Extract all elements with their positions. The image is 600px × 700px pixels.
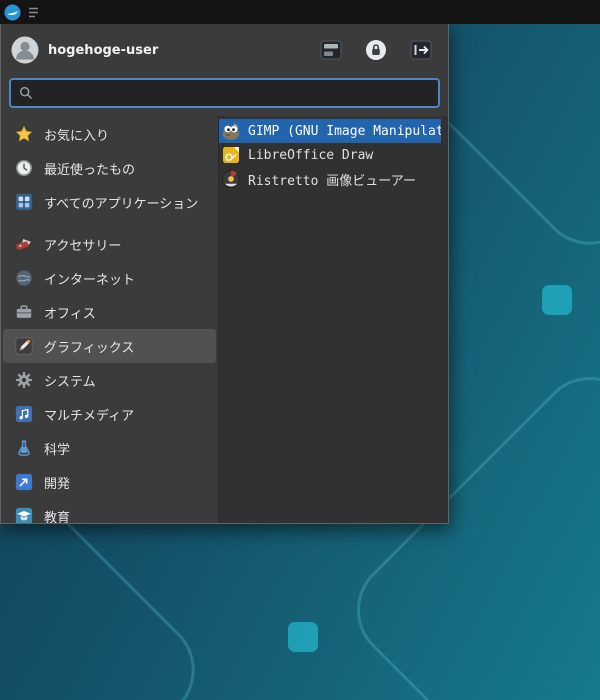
app-item-gimp[interactable]: GIMP (GNU Image Manipulat… xyxy=(219,119,441,143)
internet-icon xyxy=(15,269,33,287)
sidebar-item-all-applications[interactable]: すべてのアプリケーション xyxy=(3,185,216,219)
system-icon xyxy=(15,371,33,389)
sidebar-item-label: 開発 xyxy=(44,473,70,492)
notes-lines-icon xyxy=(28,6,39,19)
sidebar-item-label: 教育 xyxy=(44,507,70,524)
sidebar-item-development[interactable]: 開発 xyxy=(3,465,216,499)
xfce-logo-icon xyxy=(4,4,21,21)
header-buttons xyxy=(320,39,438,61)
sidebar-item-label: アクセサリー xyxy=(44,235,121,254)
sidebar-item-label: すべてのアプリケーション xyxy=(44,193,198,212)
all-apps-icon xyxy=(15,193,33,211)
lock-icon[interactable] xyxy=(365,39,387,61)
sidebar-item-internet[interactable]: インターネット xyxy=(3,261,216,295)
office-icon xyxy=(15,303,33,321)
sidebar-item-graphics[interactable]: グラフィックス xyxy=(3,329,216,363)
wallpaper-shape xyxy=(542,285,572,315)
application-list: GIMP (GNU Image Manipulat… LibreOffice D… xyxy=(218,116,448,523)
science-icon xyxy=(15,439,33,457)
sidebar-item-label: グラフィックス xyxy=(44,337,134,356)
sidebar-item-science[interactable]: 科学 xyxy=(3,431,216,465)
whisker-menu-button[interactable] xyxy=(4,4,21,21)
development-icon xyxy=(15,473,33,491)
sidebar-item-label: オフィス xyxy=(44,303,96,322)
star-icon xyxy=(15,125,33,143)
app-item-label: LibreOffice Draw xyxy=(248,148,373,163)
sidebar-item-education[interactable]: 教育 xyxy=(3,499,216,523)
sidebar-item-label: お気に入り xyxy=(44,125,109,144)
sidebar-item-favorites[interactable]: お気に入り xyxy=(3,117,216,151)
sidebar-item-label: 科学 xyxy=(44,439,70,458)
app-item-label: Ristretto 画像ビューアー xyxy=(248,170,416,189)
multimedia-icon xyxy=(15,405,33,423)
sidebar-item-multimedia[interactable]: マルチメディア xyxy=(3,397,216,431)
top-panel xyxy=(0,0,600,24)
accessories-icon xyxy=(15,235,33,253)
whisker-menu: hogehoge-user xyxy=(0,24,449,524)
ristretto-icon xyxy=(221,169,241,189)
search-box xyxy=(9,78,440,108)
gimp-icon xyxy=(221,121,241,141)
sidebar-item-recently-used[interactable]: 最近使ったもの xyxy=(3,151,216,185)
search-icon xyxy=(19,86,33,100)
sidebar-item-label: インターネット xyxy=(44,269,135,288)
category-separator xyxy=(1,219,218,227)
search-input[interactable] xyxy=(39,86,430,101)
menu-body: お気に入り 最近使ったもの すべてのアプリケーション アクセサリー xyxy=(1,116,448,523)
settings-icon[interactable] xyxy=(320,39,342,61)
menu-header: hogehoge-user xyxy=(1,24,448,76)
panel-notes-icon[interactable] xyxy=(28,6,39,19)
sidebar-item-office[interactable]: オフィス xyxy=(3,295,216,329)
category-list: お気に入り 最近使ったもの すべてのアプリケーション アクセサリー xyxy=(1,116,218,523)
username-label: hogehoge-user xyxy=(48,43,320,58)
app-item-ristretto[interactable]: Ristretto 画像ビューアー xyxy=(219,167,441,191)
clock-icon xyxy=(15,159,33,177)
sidebar-item-system[interactable]: システム xyxy=(3,363,216,397)
logout-icon[interactable] xyxy=(410,39,432,61)
sidebar-item-label: マルチメディア xyxy=(44,405,134,424)
app-item-libreoffice-draw[interactable]: LibreOffice Draw xyxy=(219,143,441,167)
sidebar-item-label: システム xyxy=(44,371,96,390)
libreoffice-draw-icon xyxy=(221,145,241,165)
sidebar-item-label: 最近使ったもの xyxy=(44,159,135,178)
wallpaper-shape xyxy=(288,622,318,652)
sidebar-item-accessories[interactable]: アクセサリー xyxy=(3,227,216,261)
app-item-label: GIMP (GNU Image Manipulat… xyxy=(248,124,441,139)
graphics-icon xyxy=(15,337,33,355)
education-icon xyxy=(15,507,33,523)
user-avatar[interactable] xyxy=(11,36,39,64)
